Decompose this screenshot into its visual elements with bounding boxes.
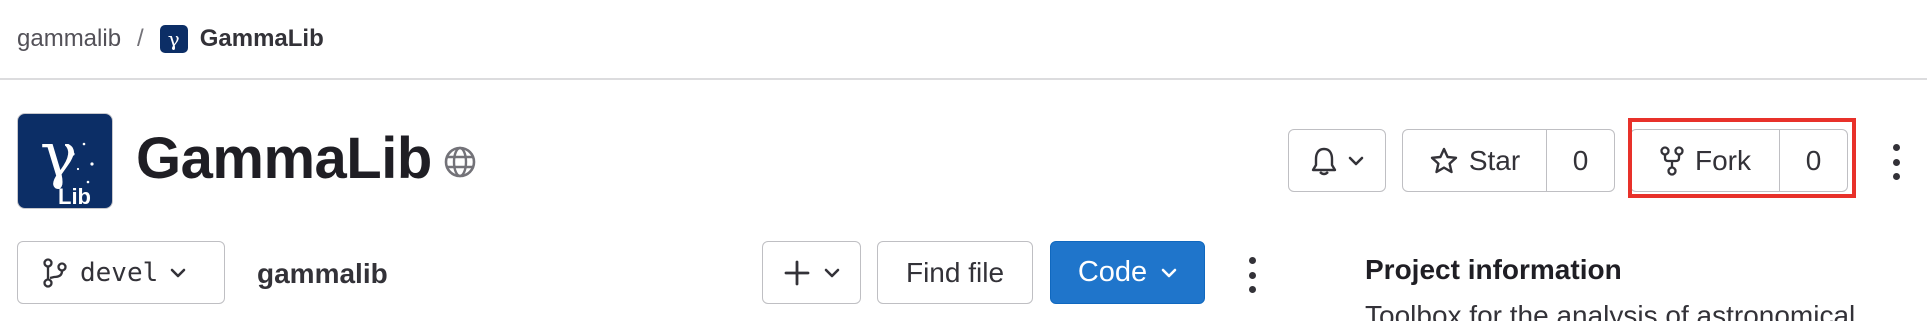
- project-title: GammaLib: [136, 126, 432, 191]
- project-description: Toolbox for the analysis of astronomical: [1365, 300, 1856, 321]
- notifications-button[interactable]: [1288, 129, 1386, 192]
- chevron-down-icon: [1161, 268, 1177, 277]
- code-label: Code: [1077, 256, 1148, 288]
- breadcrumb: gammalib / γ GammaLib: [0, 0, 1927, 80]
- fork-count: 0: [1805, 144, 1822, 176]
- kebab-dot: [1892, 158, 1900, 166]
- find-file-button[interactable]: Find file: [877, 241, 1033, 304]
- project-avatar: γ Lib: [17, 113, 113, 209]
- star-button[interactable]: Star: [1403, 130, 1546, 191]
- branch-selector[interactable]: devel: [17, 241, 225, 304]
- star-icon: [1430, 147, 1458, 173]
- branch-name: devel: [80, 257, 159, 288]
- kebab-dot: [1248, 286, 1256, 293]
- fork-label: Fork: [1695, 144, 1751, 176]
- project-header: γ Lib GammaLib Star 0 Fork 0: [0, 80, 1927, 230]
- fork-count-link[interactable]: 0: [1779, 130, 1847, 191]
- bell-icon: [1311, 147, 1337, 175]
- repository-path[interactable]: gammalib: [257, 258, 388, 290]
- chevron-down-icon: [1348, 156, 1364, 165]
- breadcrumb-project-avatar: γ: [159, 25, 188, 53]
- plus-icon: [784, 260, 809, 285]
- breadcrumb-separator: /: [137, 25, 144, 52]
- star-count: 0: [1572, 144, 1589, 176]
- gammalib-logo: γ Lib: [40, 118, 94, 209]
- star-button-group: Star 0: [1402, 129, 1615, 192]
- fork-button-group: Fork 0: [1630, 129, 1848, 192]
- kebab-dot: [1892, 144, 1900, 151]
- breadcrumb-project-link[interactable]: GammaLib: [200, 25, 324, 53]
- kebab-dot: [1248, 271, 1256, 279]
- chevron-down-icon: [824, 268, 839, 277]
- branch-icon: [43, 257, 67, 288]
- star-label: Star: [1468, 144, 1521, 176]
- fork-button[interactable]: Fork: [1631, 130, 1779, 191]
- find-file-label: Find file: [905, 256, 1005, 288]
- breadcrumb-group-link[interactable]: gammalib: [17, 25, 121, 53]
- chevron-down-icon: [170, 268, 186, 277]
- repo-more-actions-button[interactable]: [1240, 253, 1264, 297]
- star-count-link[interactable]: 0: [1546, 130, 1614, 191]
- project-more-actions-button[interactable]: [1882, 138, 1910, 186]
- fork-icon: [1660, 145, 1684, 176]
- code-dropdown-button[interactable]: Code: [1050, 241, 1205, 304]
- kebab-dot: [1892, 173, 1900, 180]
- project-information-heading: Project information: [1365, 254, 1622, 285]
- globe-icon: [444, 146, 476, 178]
- add-to-tree-button[interactable]: [762, 241, 861, 304]
- kebab-dot: [1248, 257, 1256, 264]
- logo-lib-text: Lib: [58, 184, 91, 209]
